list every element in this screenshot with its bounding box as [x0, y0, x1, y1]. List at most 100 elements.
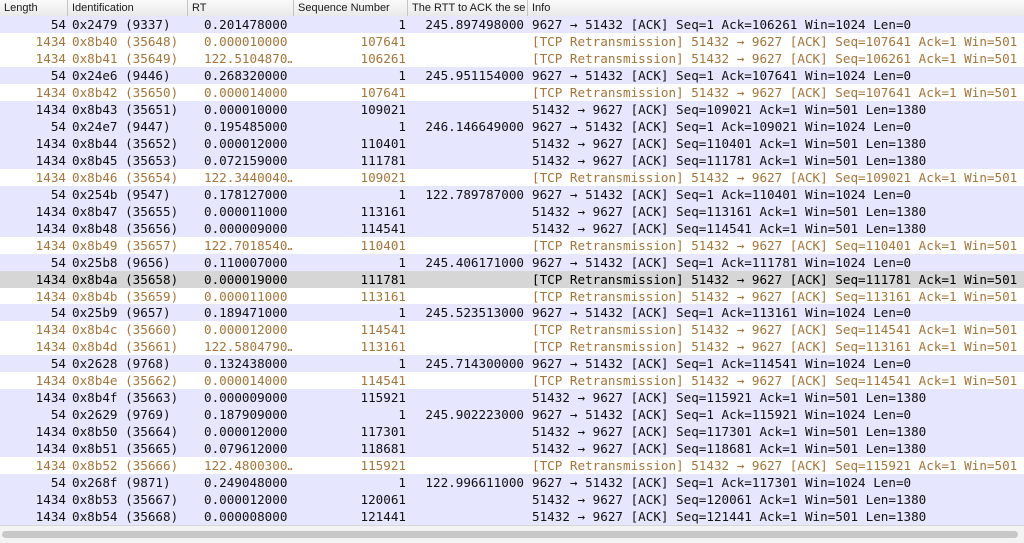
packet-identification: 0x8b49 (35657): [72, 237, 179, 253]
packet-rt: 0.072159000: [204, 152, 288, 168]
packet-rt: 0.189471000: [204, 305, 288, 321]
packet-sequence-number: 114541: [360, 322, 407, 338]
packet-row[interactable]: 1434 0x8b45 (35653) 0.072159000 111781 51432…: [0, 151, 1024, 169]
packet-info: 9627 → 51432 [ACK] Seq=1 Ack=109021 Win=…: [532, 118, 912, 134]
packet-length: 54: [50, 407, 66, 423]
packet-info: 9627 → 51432 [ACK] Seq=1 Ack=106261 Win=…: [532, 17, 912, 32]
packet-identification: 0x8b42 (35650): [72, 84, 179, 100]
packet-rt: 0.178127000: [204, 186, 288, 202]
packet-rtt-to-ack: [410, 203, 524, 220]
column-header-info[interactable]: Info: [528, 0, 1024, 16]
packet-length: 1434: [35, 84, 66, 100]
packet-row[interactable]: 54 0x2628 (9768) 0.132438000 1 245.714300000…: [0, 355, 1024, 373]
packet-length: 1434: [35, 339, 66, 355]
packet-identification: 0x8b51 (35665): [72, 441, 179, 457]
packet-row[interactable]: 1434 0x8b49 (35657) 122.7018540… 110401 [TCP…: [0, 236, 1024, 254]
packet-sequence-number: 107641: [360, 84, 407, 100]
packet-rtt-to-ack: [410, 237, 524, 254]
packet-row[interactable]: 1434 0x8b46 (35654) 122.3440040… 109021 [TCP…: [0, 168, 1024, 186]
packet-length: 1434: [35, 424, 66, 440]
packet-row[interactable]: 1434 0x8b4d (35661) 122.5804790… 113161 [TCP…: [0, 338, 1024, 356]
packet-rtt-to-ack: [410, 372, 524, 389]
packet-length: 1434: [35, 203, 66, 219]
column-header-rt[interactable]: RT: [188, 0, 294, 16]
packet-row[interactable]: 1434 0x8b41 (35649) 122.5104870… 106261 [TCP…: [0, 49, 1024, 67]
packet-row[interactable]: 1434 0x8b40 (35648) 0.000010000 107641 [TCP …: [0, 32, 1024, 50]
packet-rtt-to-ack: [410, 338, 524, 355]
packet-rtt-to-ack: [410, 508, 524, 525]
packet-length: 54: [50, 67, 66, 83]
packet-sequence-number: 121441: [360, 509, 407, 525]
packet-length: 54: [50, 118, 66, 134]
packet-info: 9627 → 51432 [ACK] Seq=1 Ack=117301 Win=…: [532, 475, 912, 491]
packet-rtt-to-ack: 245.406171000: [425, 254, 524, 270]
packet-row[interactable]: 1434 0x8b52 (35666) 122.4800300… 115921 [TCP…: [0, 457, 1024, 475]
packet-identification: 0x8b4e (35662): [72, 373, 179, 389]
packet-row[interactable]: 1434 0x8b51 (35665) 0.079612000 118681 51432…: [0, 440, 1024, 458]
packet-info: 51432 → 9627 [ACK] Seq=115921 Ack=1 Win=…: [532, 390, 927, 406]
packet-row[interactable]: 54 0x24e6 (9446) 0.268320000 1 245.951154000…: [0, 66, 1024, 84]
packet-rt: 0.187909000: [204, 407, 288, 423]
packet-row[interactable]: 54 0x25b9 (9657) 0.189471000 1 245.523513000…: [0, 304, 1024, 322]
packet-row[interactable]: 1434 0x8b42 (35650) 0.000014000 107641 [TCP …: [0, 83, 1024, 101]
packet-info: 51432 → 9627 [ACK] Seq=120061 Ack=1 Win=…: [532, 492, 927, 508]
packet-rtt-to-ack: [410, 101, 524, 118]
packet-rt: 122.3440040…: [204, 169, 292, 185]
horizontal-scrollbar[interactable]: [0, 525, 1024, 543]
packet-rtt-to-ack: 122.996611000: [425, 475, 524, 491]
column-header-identification[interactable]: Identification: [68, 0, 188, 16]
packet-row[interactable]: 1434 0x8b4c (35660) 0.000012000 114541 [TCP …: [0, 321, 1024, 339]
packet-info: [TCP Retransmission] 51432 → 9627 [ACK] …: [532, 169, 1018, 185]
column-header-rtt-to-ack[interactable]: The RTT to ACK the se: [408, 0, 528, 16]
packet-rt: 122.7018540…: [204, 237, 292, 253]
column-header-sequence-number[interactable]: Sequence Number: [294, 0, 408, 16]
packet-length: 1434: [35, 322, 66, 338]
packet-row[interactable]: 54 0x2629 (9769) 0.187909000 1 245.902223000…: [0, 406, 1024, 424]
packet-rtt-to-ack: [410, 169, 524, 186]
packet-info: 51432 → 9627 [ACK] Seq=118681 Ack=1 Win=…: [532, 441, 927, 457]
packet-row[interactable]: 1434 0x8b43 (35651) 0.000010000 109021 51432…: [0, 100, 1024, 118]
packet-rtt-to-ack: [410, 135, 524, 152]
packet-row[interactable]: 54 0x254b (9547) 0.178127000 1 122.789787000…: [0, 185, 1024, 203]
packet-row[interactable]: 54 0x25b8 (9656) 0.110007000 1 245.406171000…: [0, 253, 1024, 271]
packet-rtt-to-ack: 122.789787000: [425, 186, 524, 202]
packet-rtt-to-ack: [410, 152, 524, 169]
packet-rtt-to-ack: 245.951154000: [425, 67, 524, 83]
packet-info: 51432 → 9627 [ACK] Seq=121441 Ack=1 Win=…: [532, 509, 927, 525]
packet-row[interactable]: 1434 0x8b4e (35662) 0.000014000 114541 [TCP …: [0, 372, 1024, 390]
packet-row[interactable]: 1434 0x8b54 (35668) 0.000008000 121441 51432…: [0, 508, 1024, 525]
packet-row[interactable]: 1434 0x8b53 (35667) 0.000012000 120061 51432…: [0, 491, 1024, 509]
packet-sequence-number: 106261: [360, 50, 407, 66]
packet-rtt-to-ack: [410, 457, 524, 474]
packet-row[interactable]: 1434 0x8b50 (35664) 0.000012000 117301 51432…: [0, 423, 1024, 441]
packet-row[interactable]: 1434 0x8b47 (35655) 0.000011000 113161 51432…: [0, 202, 1024, 220]
packet-info: [TCP Retransmission] 51432 → 9627 [ACK] …: [532, 288, 1018, 304]
packet-row[interactable]: 1434 0x8b48 (35656) 0.000009000 114541 51432…: [0, 219, 1024, 237]
scrollbar-thumb[interactable]: [2, 531, 1018, 538]
packet-row[interactable]: 54 0x24e7 (9447) 0.195485000 1 246.146649000…: [0, 117, 1024, 135]
packet-row[interactable]: 1434 0x8b4a (35658) 0.000019000 111781 [TCP …: [0, 270, 1024, 288]
packet-sequence-number: 1: [398, 118, 406, 134]
packet-row[interactable]: 1434 0x8b4f (35663) 0.000009000 115921 51432…: [0, 389, 1024, 407]
packet-sequence-number: 114541: [360, 220, 407, 236]
packet-rt: 0.000010000: [204, 33, 288, 49]
packet-identification: 0x8b46 (35654): [72, 169, 179, 185]
packet-length: 1434: [35, 50, 66, 66]
packet-length: 1434: [35, 33, 66, 49]
packet-sequence-number: 115921: [360, 390, 407, 406]
packet-rtt-to-ack: [410, 33, 524, 50]
packet-sequence-number: 109021: [360, 169, 407, 185]
packet-identification: 0x8b43 (35651): [72, 101, 179, 117]
packet-identification: 0x25b9 (9657): [72, 305, 171, 321]
packet-identification: 0x2628 (9768): [72, 356, 171, 372]
packet-sequence-number: 1: [398, 17, 406, 32]
packet-row[interactable]: 54 0x2479 (9337) 0.201478000 1 245.897498000…: [0, 16, 1024, 33]
packet-identification: 0x8b4d (35661): [72, 339, 179, 355]
packet-row[interactable]: 1434 0x8b4b (35659) 0.000011000 113161 [TCP …: [0, 287, 1024, 305]
packet-row[interactable]: 54 0x268f (9871) 0.249048000 1 122.996611000…: [0, 474, 1024, 492]
packet-rt: 0.000012000: [204, 322, 288, 338]
packet-identification: 0x24e7 (9447): [72, 118, 171, 134]
packet-row[interactable]: 1434 0x8b44 (35652) 0.000012000 110401 51432…: [0, 134, 1024, 152]
column-header-length[interactable]: Length: [0, 0, 68, 16]
packet-list[interactable]: 54 0x2479 (9337) 0.201478000 1 245.897498000…: [0, 16, 1024, 525]
